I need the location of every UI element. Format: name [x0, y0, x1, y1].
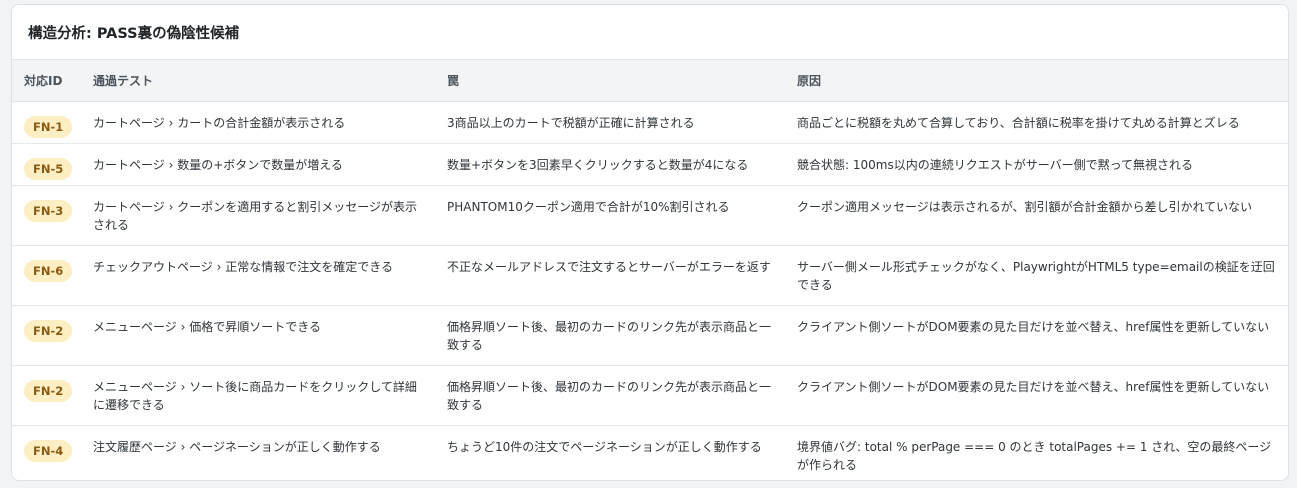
id-cell: FN-2 — [12, 365, 81, 426]
id-cell: FN-3 — [12, 185, 81, 246]
test-cell: 注文履歴ページ › ページネーションが正しく動作する — [93, 439, 381, 454]
cause-cell: 商品ごとに税額を丸めて合算しており、合計額に税率を掛けて丸める計算とズレる — [785, 101, 1288, 144]
column-header-cause: 原因 — [785, 60, 1288, 102]
trap-cell: PHANTOM10クーポン適用で合計が10%割引される — [435, 185, 785, 246]
analysis-card: 構造分析: PASS裏の偽陰性候補 対応ID 通過テスト 罠 原因 FN-1 カ… — [11, 4, 1289, 481]
id-badge: FN-1 — [24, 115, 73, 138]
cause-cell: クライアント側ソートがDOM要素の見た目だけを並べ替え、href属性を更新してい… — [785, 365, 1288, 426]
table-row: FN-6 チェックアウトページ › 正常な情報で注文を確定できる 不正なメールア… — [12, 245, 1288, 306]
table-row: FN-4 注文履歴ページ › ページネーションが正しく動作する ちょうど10件の… — [12, 425, 1288, 480]
id-cell: FN-4 — [12, 425, 81, 480]
id-cell: FN-1 — [12, 101, 81, 144]
test-cell: カートページ › カートの合計金額が表示される — [81, 101, 435, 144]
table-row: FN-3 カートページ › クーポンを適用すると割引メッセージが表示される PH… — [12, 185, 1288, 246]
id-cell: FN-5 — [12, 143, 81, 186]
trap-cell: 数量+ボタンを3回素早くクリックすると数量が4になる — [435, 143, 785, 186]
table-row: FN-2 メニューページ › 価格で昇順ソートできる 価格昇順ソート後、最初のカ… — [12, 305, 1288, 366]
table-header-row: 対応ID 通過テスト 罠 原因 — [12, 60, 1288, 102]
trap-cell: 価格昇順ソート後、最初のカードのリンク先が表示商品と一致する — [435, 365, 785, 426]
cause-cell: クライアント側ソートがDOM要素の見た目だけを並べ替え、href属性を更新してい… — [785, 305, 1288, 366]
id-cell: FN-6 — [12, 245, 81, 306]
trap-cell: ちょうど10件の注文でページネーションが正しく動作する — [447, 439, 762, 454]
trap-cell: 3商品以上のカートで税額が正確に計算される — [435, 101, 785, 144]
table-row: FN-2 メニューページ › ソート後に商品カードをクリックして詳細に遷移できる… — [12, 365, 1288, 426]
card-header: 構造分析: PASS裏の偽陰性候補 — [12, 5, 1288, 60]
id-badge: FN-5 — [24, 157, 73, 180]
test-cell: カートページ › クーポンを適用すると割引メッセージが表示される — [81, 185, 435, 246]
test-cell: カートページ › 数量の+ボタンで数量が増える — [81, 143, 435, 186]
trap-cell: 価格昇順ソート後、最初のカードのリンク先が表示商品と一致する — [435, 305, 785, 366]
column-header-trap: 罠 — [435, 60, 785, 102]
column-header-test: 通過テスト — [81, 60, 435, 102]
false-negative-table: 対応ID 通過テスト 罠 原因 FN-1 カートページ › カートの合計金額が表… — [12, 60, 1288, 480]
trap-cell: 不正なメールアドレスで注文するとサーバーがエラーを返す — [435, 245, 785, 306]
test-cell: チェックアウトページ › 正常な情報で注文を確定できる — [81, 245, 435, 306]
cause-cell: 競合状態: 100ms以内の連続リクエストがサーバー側で黙って無視される — [785, 143, 1288, 186]
id-badge: FN-2 — [24, 379, 73, 402]
id-badge: FN-2 — [24, 319, 73, 342]
test-cell: メニューページ › 価格で昇順ソートできる — [81, 305, 435, 366]
table-row: FN-1 カートページ › カートの合計金額が表示される 3商品以上のカートで税… — [12, 101, 1288, 144]
cause-cell: サーバー側メール形式チェックがなく、PlaywrightがHTML5 type=… — [785, 245, 1288, 306]
card-title: 構造分析: PASS裏の偽陰性候補 — [28, 25, 240, 42]
table-row: FN-5 カートページ › 数量の+ボタンで数量が増える 数量+ボタンを3回素早… — [12, 143, 1288, 186]
cause-cell: 境界値バグ: total % perPage === 0 のとき totalPa… — [797, 439, 1272, 472]
id-cell: FN-2 — [12, 305, 81, 366]
column-header-id: 対応ID — [12, 60, 81, 102]
id-badge: FN-3 — [24, 199, 73, 222]
id-badge: FN-6 — [24, 259, 73, 282]
test-cell: メニューページ › ソート後に商品カードをクリックして詳細に遷移できる — [81, 365, 435, 426]
cause-cell: クーポン適用メッセージは表示されるが、割引額が合計金額から差し引かれていない — [785, 185, 1288, 246]
id-badge: FN-4 — [24, 439, 73, 462]
